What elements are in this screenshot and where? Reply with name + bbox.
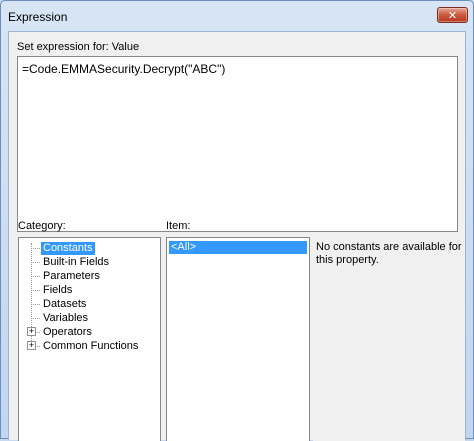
category-item-fields[interactable]: Fields (41, 284, 74, 297)
title-bar[interactable]: Expression ✕ (1, 1, 473, 31)
close-button[interactable]: ✕ (437, 7, 468, 23)
description-text: No constants are available for this prop… (313, 237, 465, 441)
close-icon: ✕ (447, 9, 458, 22)
category-item-common-functions[interactable]: Common Functions (41, 340, 140, 353)
category-item-datasets[interactable]: Datasets (41, 298, 88, 311)
category-item-built-in-fields[interactable]: Built-in Fields (41, 256, 111, 269)
item-label: Item: (166, 220, 191, 232)
tree-branch (31, 248, 40, 249)
tree-branch (31, 290, 40, 291)
category-tree[interactable]: Constants Built-in Fields Parameters Fie… (18, 237, 161, 441)
expand-icon[interactable]: + (27, 327, 36, 336)
tree-branch (31, 318, 40, 319)
item-all[interactable]: <All> (169, 241, 307, 254)
category-label: Category: (18, 220, 66, 232)
category-item-variables[interactable]: Variables (41, 312, 90, 325)
dialog-body: Set expression for: Value =Code.EMMASecu… (8, 31, 466, 441)
tree-branch (31, 276, 40, 277)
item-list[interactable]: <All> (166, 237, 310, 441)
tree-branch (31, 304, 40, 305)
expression-dialog: Expression ✕ Set expression for: Value =… (0, 0, 474, 441)
tree-branch (31, 262, 40, 263)
window-title: Expression (8, 10, 68, 24)
category-item-operators[interactable]: Operators (41, 326, 94, 339)
category-item-parameters[interactable]: Parameters (41, 270, 102, 283)
category-item-constants[interactable]: Constants (41, 242, 95, 255)
expand-icon[interactable]: + (27, 341, 36, 350)
expression-editor[interactable]: =Code.EMMASecurity.Decrypt("ABC") (17, 56, 458, 232)
set-expression-label: Set expression for: Value (17, 41, 140, 53)
